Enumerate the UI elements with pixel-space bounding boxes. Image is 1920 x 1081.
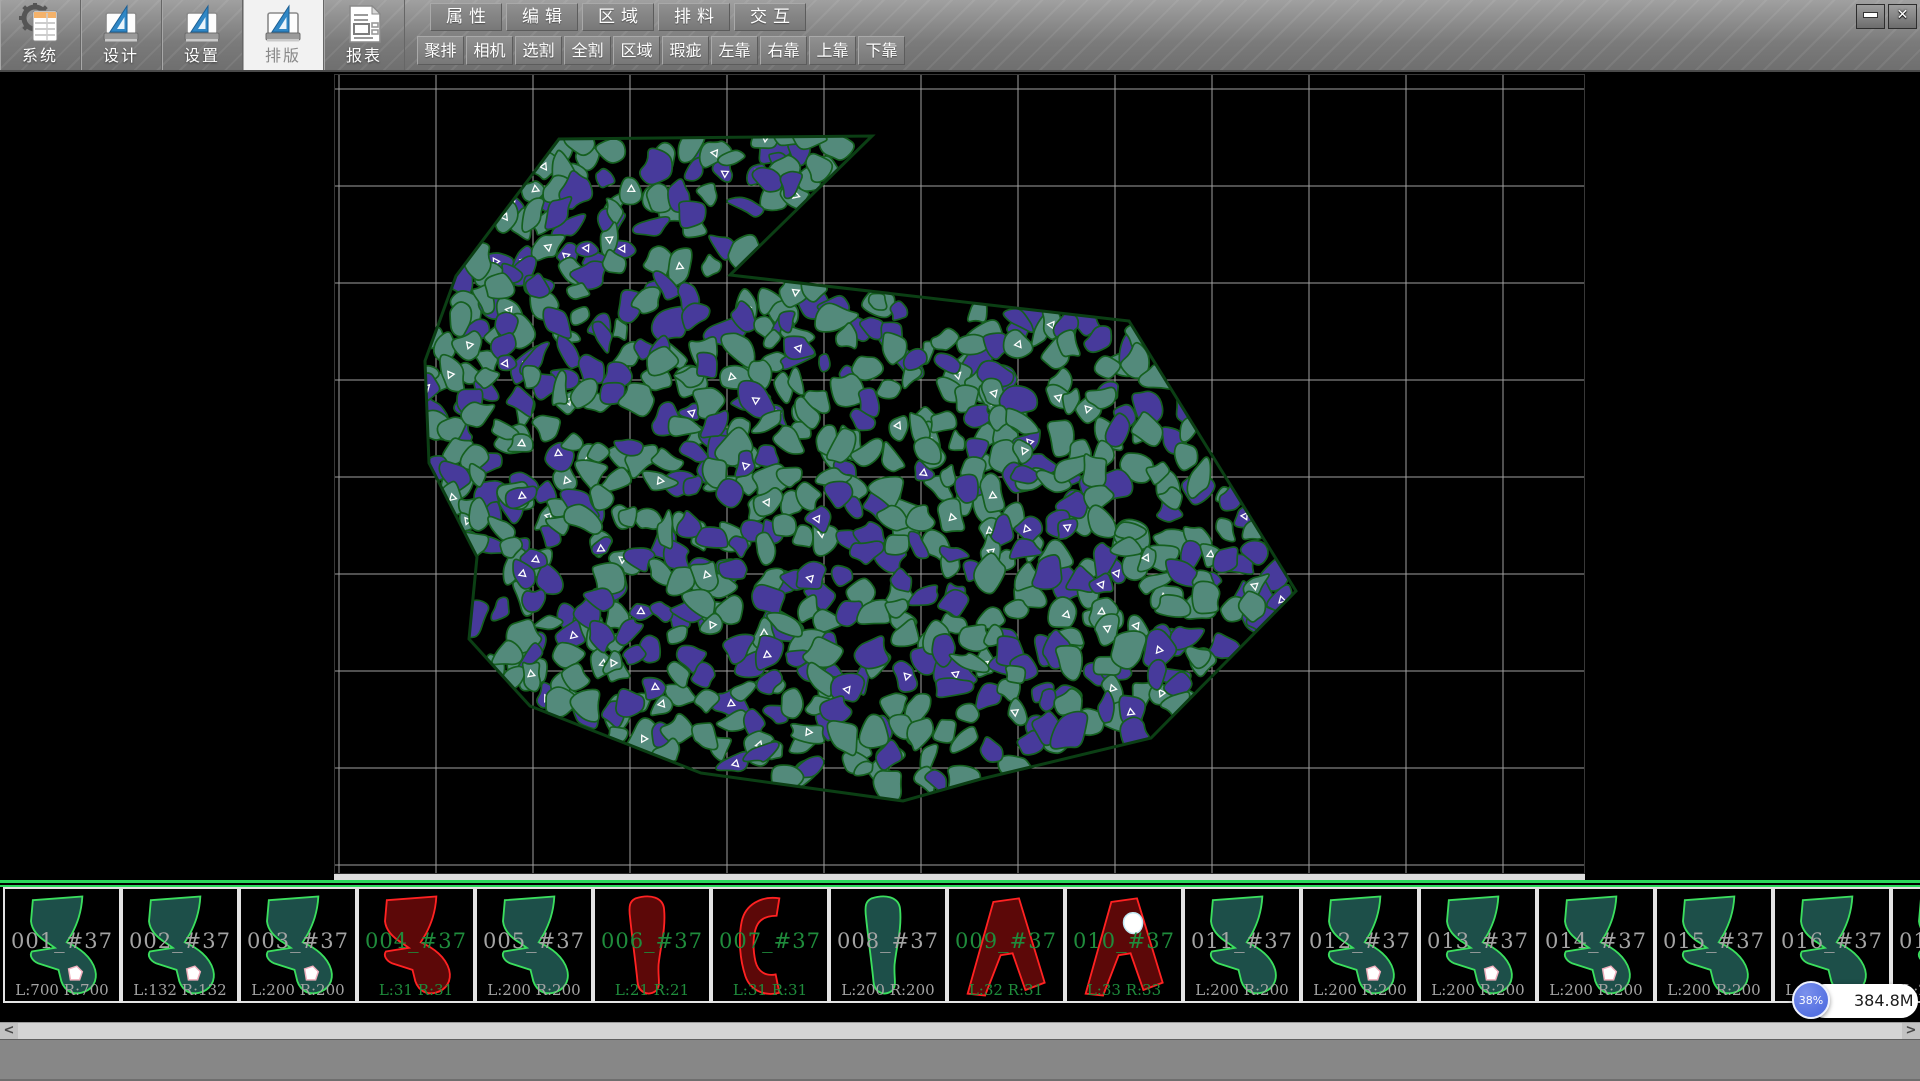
menu-item-1[interactable]: 属性	[430, 3, 502, 31]
part-id: 013_#37	[1421, 929, 1535, 953]
settings-ruler-icon	[181, 3, 223, 45]
part-lr-count: L:31 R:31	[713, 981, 827, 999]
part-id: 004_#37	[359, 929, 473, 953]
part-id: 001_#37	[5, 929, 119, 953]
part-thumbnail-9[interactable]: 009_#37 L:32 R:31	[947, 887, 1065, 1003]
part-lr-count: L:200 R:200	[1185, 981, 1299, 999]
main-tool-button-2[interactable]: 设计	[81, 0, 162, 70]
part-lr-count: L:200 R:200	[1657, 981, 1771, 999]
bottom-status-bar	[0, 1039, 1920, 1081]
part-lr-count: L:200 R:200	[241, 981, 355, 999]
nesting-canvas[interactable]	[335, 75, 1584, 876]
app-window: { "titlebar": { "close_glyph": "✕" }, "t…	[0, 0, 1920, 1080]
part-lr-count: L:33 R:33	[1067, 981, 1181, 999]
nesting-canvas-area[interactable]	[334, 74, 1585, 877]
part-id: 012_#37	[1303, 929, 1417, 953]
scroll-right-button[interactable]: >	[1902, 1023, 1920, 1040]
part-id: 016_#37	[1775, 929, 1889, 953]
progress-value: 38%	[1794, 983, 1828, 1017]
main-toolbar: 系统设计设置排版报表 属性编辑区域排料交互 聚排相机选割全割区域瑕疵左靠右靠上靠…	[0, 0, 1920, 72]
part-thumbnail-4[interactable]: 004_#37 L:31 R:31	[357, 887, 475, 1003]
part-thumbnail-13[interactable]: 013_#37 L:200 R:200	[1419, 887, 1537, 1003]
close-icon: ✕	[1897, 7, 1909, 23]
part-lr-count: L:32 R:31	[949, 981, 1063, 999]
main-tool-button-5[interactable]: 报表	[324, 0, 405, 70]
part-id: 005_#37	[477, 929, 591, 953]
design-ruler-icon	[100, 3, 142, 45]
main-tool-button-3[interactable]: 设置	[162, 0, 243, 70]
memory-value: 384.8M	[1854, 984, 1914, 1018]
part-lr-count: L:132 R:132	[123, 981, 237, 999]
part-id: 009_#37	[949, 929, 1063, 953]
part-id: 014_#37	[1539, 929, 1653, 953]
part-thumbnail-15[interactable]: 015_#37 L:200 R:200	[1655, 887, 1773, 1003]
part-thumbnail-5[interactable]: 005_#37 L:200 R:200	[475, 887, 593, 1003]
part-lr-count: L:200 R:200	[1421, 981, 1535, 999]
part-thumbnail-14[interactable]: 014_#37 L:200 R:200	[1537, 887, 1655, 1003]
part-thumbnail-6[interactable]: 006_#37 L:21 R:21	[593, 887, 711, 1003]
main-tool-button-label: 排版	[243, 42, 323, 66]
thumbnail-strip-separator	[0, 880, 1920, 887]
menu-item-2[interactable]: 编辑	[506, 3, 578, 31]
tool-item-6[interactable]: 瑕疵	[662, 36, 709, 65]
progress-badge: 38%	[1792, 981, 1830, 1019]
part-thumbnail-7[interactable]: 007_#37 L:31 R:31	[711, 887, 829, 1003]
main-tool-button-1[interactable]: 系统	[0, 0, 81, 70]
part-id: 010_#37	[1067, 929, 1181, 953]
part-id: 008_#37	[831, 929, 945, 953]
part-id: 002_#37	[123, 929, 237, 953]
part-lr-count: L:200 R:200	[831, 981, 945, 999]
part-thumbnail-strip: 001_#37L:700 R:700002_#37L:132 R:132003_…	[0, 887, 1920, 1003]
part-thumbnail-2[interactable]: 002_#37 L:132 R:132	[121, 887, 239, 1003]
tool-item-5[interactable]: 区域	[613, 36, 660, 65]
menu-item-3[interactable]: 区域	[582, 3, 654, 31]
chevron-right-icon: >	[1906, 1023, 1917, 1038]
main-tool-button-label: 系统	[0, 42, 80, 66]
chevron-left-icon: <	[4, 1023, 15, 1038]
minimize-button[interactable]	[1856, 4, 1885, 29]
tool-item-7[interactable]: 左靠	[711, 36, 758, 65]
part-lr-count: L:200 R:200	[477, 981, 591, 999]
part-lr-count: L:200 R:200	[1539, 981, 1653, 999]
menu-item-5[interactable]: 交互	[734, 3, 806, 31]
scroll-left-button[interactable]: <	[0, 1023, 18, 1040]
part-lr-count: L:700 R:700	[5, 981, 119, 999]
thumbnail-scrollbar[interactable]: < >	[0, 1022, 1920, 1040]
nesting-ruler-icon	[262, 3, 304, 45]
part-id: 003_#37	[241, 929, 355, 953]
main-tool-button-label: 报表	[324, 42, 404, 66]
main-tool-button-label: 设置	[162, 42, 242, 66]
close-button[interactable]: ✕	[1888, 4, 1917, 29]
part-id: 007_#37	[713, 929, 827, 953]
part-thumbnail-1[interactable]: 001_#37 L:700 R:700	[3, 887, 121, 1003]
main-tool-button-4[interactable]: 排版	[243, 0, 324, 70]
system-gear-icon	[19, 3, 61, 45]
part-id: 017_#37	[1893, 929, 1920, 953]
part-lr-count: L:31 R:31	[359, 981, 473, 999]
part-id: 006_#37	[595, 929, 709, 953]
minimize-icon	[1864, 13, 1877, 17]
part-lr-count: L:21 R:21	[595, 981, 709, 999]
tool-item-2[interactable]: 相机	[466, 36, 513, 65]
menu-item-4[interactable]: 排料	[658, 3, 730, 31]
part-id: 015_#37	[1657, 929, 1771, 953]
report-doc-icon	[343, 3, 385, 45]
tool-item-4[interactable]: 全割	[564, 36, 611, 65]
part-thumbnail-11[interactable]: 011_#37 L:200 R:200	[1183, 887, 1301, 1003]
part-lr-count: L:200 R:200	[1303, 981, 1417, 999]
tool-item-1[interactable]: 聚排	[417, 36, 464, 65]
memory-status: 384.8M 38%	[1792, 981, 1920, 1021]
part-thumbnail-3[interactable]: 003_#37 L:200 R:200	[239, 887, 357, 1003]
part-thumbnail-8[interactable]: 008_#37 L:200 R:200	[829, 887, 947, 1003]
main-tool-button-label: 设计	[81, 42, 161, 66]
part-thumbnail-10[interactable]: 010_#37 L:33 R:33	[1065, 887, 1183, 1003]
tool-item-3[interactable]: 选割	[515, 36, 562, 65]
tool-item-9[interactable]: 上靠	[809, 36, 856, 65]
window-controls: ✕	[1856, 4, 1917, 29]
part-thumbnail-12[interactable]: 012_#37 L:200 R:200	[1301, 887, 1419, 1003]
tool-item-10[interactable]: 下靠	[858, 36, 905, 65]
part-id: 011_#37	[1185, 929, 1299, 953]
tool-item-8[interactable]: 右靠	[760, 36, 807, 65]
